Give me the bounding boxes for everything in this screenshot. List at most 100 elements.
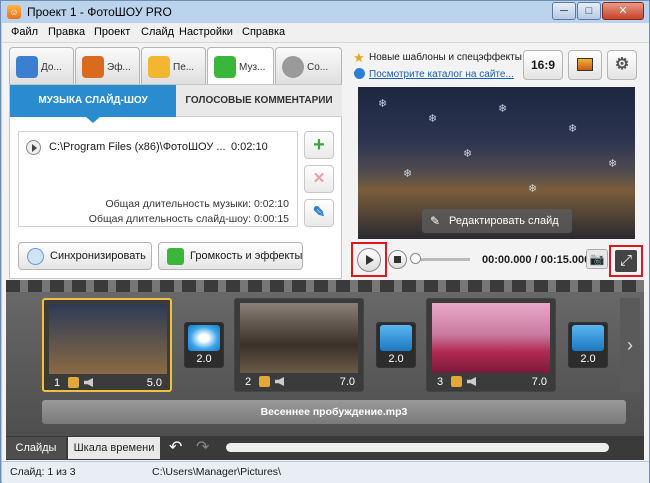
snowflake-icon: ❄: [608, 158, 618, 170]
sound-icon[interactable]: [84, 378, 93, 387]
seek-handle[interactable]: [410, 253, 421, 264]
tab-timeline[interactable]: Шкала времени: [68, 437, 160, 459]
slide-counter: Слайд: 1 из 3: [10, 466, 76, 478]
menu-file[interactable]: Файл: [11, 26, 38, 38]
music-note-icon: [214, 56, 236, 78]
timecode: 00:00.000 / 00:15.000: [482, 254, 591, 266]
gear-icon: ⚙: [614, 56, 630, 73]
music-panel: МУЗЫКА СЛАЙД-ШОУ ГОЛОСОВЫЕ КОММЕНТАРИИ C…: [9, 84, 342, 279]
slide-image: [49, 304, 167, 374]
fullscreen-icon: [615, 250, 637, 272]
tab-transitions[interactable]: Пе...: [141, 47, 206, 85]
snowflake-icon: ❄: [403, 168, 413, 180]
maximize-button[interactable]: □: [577, 2, 601, 20]
settings-button[interactable]: ⚙: [607, 50, 637, 80]
tab-add-photos[interactable]: До...: [9, 47, 74, 85]
snapshot-button[interactable]: 📷: [586, 249, 608, 269]
edit-slide-button[interactable]: ✎ Редактировать слайд: [422, 209, 572, 233]
tab-music[interactable]: Муз...: [207, 47, 274, 87]
transition-icon: [572, 325, 604, 351]
tab-save[interactable]: Со...: [275, 47, 342, 85]
tab-slides[interactable]: Слайды: [6, 437, 66, 459]
picture-icon: [577, 58, 593, 71]
transition-icon: [188, 325, 220, 351]
app-window: ☺ Проект 1 - ФотоШОУ PRO ─ □ ✕ Файл Прав…: [0, 0, 650, 483]
audio-track[interactable]: Весеннее пробуждение.mp3: [42, 400, 626, 424]
stop-button[interactable]: [388, 250, 407, 269]
close-button[interactable]: ✕: [602, 2, 644, 20]
tab-voice-comments[interactable]: ГОЛОСОВЫЕ КОММЕНТАРИИ: [176, 85, 342, 117]
film-strip: [6, 280, 644, 292]
volume-effects-button[interactable]: Громкость и эффекты: [158, 242, 303, 270]
track-play-icon[interactable]: [26, 140, 41, 155]
transition-2[interactable]: 2.0: [376, 322, 416, 368]
edit-icon[interactable]: [68, 377, 79, 388]
total-slideshow-duration: Общая длительность слайд-шоу: 0:00:15: [88, 213, 289, 225]
slide-thumbnail-2[interactable]: 2 7.0: [234, 298, 364, 392]
main-area: До... Эф... Пе... Муз... Со... МУЗЫКА СЛ…: [2, 43, 649, 461]
active-tab-indicator: [86, 117, 100, 123]
snowflake-icon: ❄: [463, 148, 473, 160]
slide-image: [432, 303, 550, 373]
pencil-icon: ✎: [430, 214, 441, 228]
transition-3[interactable]: 2.0: [568, 322, 608, 368]
title-bar: ☺ Проект 1 - ФотоШОУ PRO ─ □ ✕: [1, 1, 650, 23]
clean-music-button[interactable]: ✎: [304, 199, 334, 227]
camera-icon: 📷: [589, 252, 605, 266]
snowflake-icon: ❄: [428, 113, 438, 125]
globe-icon: [354, 68, 365, 79]
undo-icon[interactable]: ↶: [169, 439, 182, 457]
menu-settings[interactable]: Настройки: [179, 26, 233, 38]
star-icon: [148, 56, 170, 78]
menu-slide[interactable]: Слайд: [141, 26, 174, 38]
status-bar: Слайд: 1 из 3 C:\Users\Manager\Pictures\: [2, 461, 649, 483]
menu-bar: Файл Правка Проект Слайд Настройки Справ…: [2, 23, 649, 43]
music-note-icon: [167, 248, 184, 265]
fullscreen-button[interactable]: [609, 245, 643, 277]
track-duration: 0:02:10: [231, 141, 268, 153]
music-list: C:\Program Files (x86)\ФотоШОУ ... 0:02:…: [18, 131, 298, 227]
track-path[interactable]: C:\Program Files (x86)\ФотоШОУ ...: [49, 141, 226, 153]
transition-icon: [380, 325, 412, 351]
play-button[interactable]: [351, 242, 387, 277]
add-music-button[interactable]: +: [304, 131, 334, 159]
folder-path: C:\Users\Manager\Pictures\: [152, 466, 281, 478]
clock-icon: [27, 248, 44, 265]
play-icon: [357, 248, 381, 272]
snowflake-icon: ❄: [528, 183, 538, 195]
minimize-button[interactable]: ─: [552, 2, 576, 20]
remove-music-button[interactable]: ✕: [304, 165, 334, 193]
palette-icon: [82, 56, 104, 78]
slide-timeline: 1 5.0 2.0 2 7.0 2.0 3 7.0 2.0 › Весеннее…: [6, 280, 644, 436]
total-music-duration: Общая длительность музыки: 0:02:10: [105, 198, 289, 210]
transition-1[interactable]: 2.0: [184, 322, 224, 368]
promo-text: Новые шаблоны и спецэффекты: [369, 52, 522, 63]
redo-icon[interactable]: ↷: [196, 439, 209, 457]
edit-icon[interactable]: [259, 376, 270, 387]
aspect-ratio-button[interactable]: 16:9: [523, 50, 563, 80]
app-icon: ☺: [7, 5, 21, 19]
snowflake-icon: ❄: [378, 98, 388, 110]
scroll-right-button[interactable]: ›: [620, 298, 640, 392]
snowflake-icon: ❄: [498, 103, 508, 115]
sound-icon[interactable]: [467, 377, 476, 386]
menu-edit[interactable]: Правка: [48, 26, 85, 38]
menu-project[interactable]: Проект: [94, 26, 130, 38]
slide-thumbnail-1[interactable]: 1 5.0: [42, 298, 172, 392]
promo-block: ★ Новые шаблоны и спецэффекты Посмотрите…: [351, 49, 522, 87]
sync-button[interactable]: Синхронизировать: [18, 242, 152, 270]
edit-icon[interactable]: [451, 376, 462, 387]
slide-preview: ❄ ❄ ❄ ❄ ❄ ❄ ❄ ❄ ✎ Редактировать слайд: [358, 87, 635, 239]
snowflake-icon: ❄: [568, 123, 578, 135]
horizontal-scrollbar[interactable]: [226, 443, 609, 452]
slide-image: [240, 303, 358, 373]
catalog-link[interactable]: Посмотрите каталог на сайте...: [369, 69, 514, 80]
tab-slideshow-music[interactable]: МУЗЫКА СЛАЙД-ШОУ: [10, 85, 176, 117]
star-icon: ★: [353, 50, 365, 65]
slide-thumbnail-3[interactable]: 3 7.0: [426, 298, 556, 392]
photo-add-icon: [16, 56, 38, 78]
tab-effects[interactable]: Эф...: [75, 47, 140, 85]
sound-icon[interactable]: [275, 377, 284, 386]
background-button[interactable]: [568, 50, 602, 80]
menu-help[interactable]: Справка: [242, 26, 285, 38]
